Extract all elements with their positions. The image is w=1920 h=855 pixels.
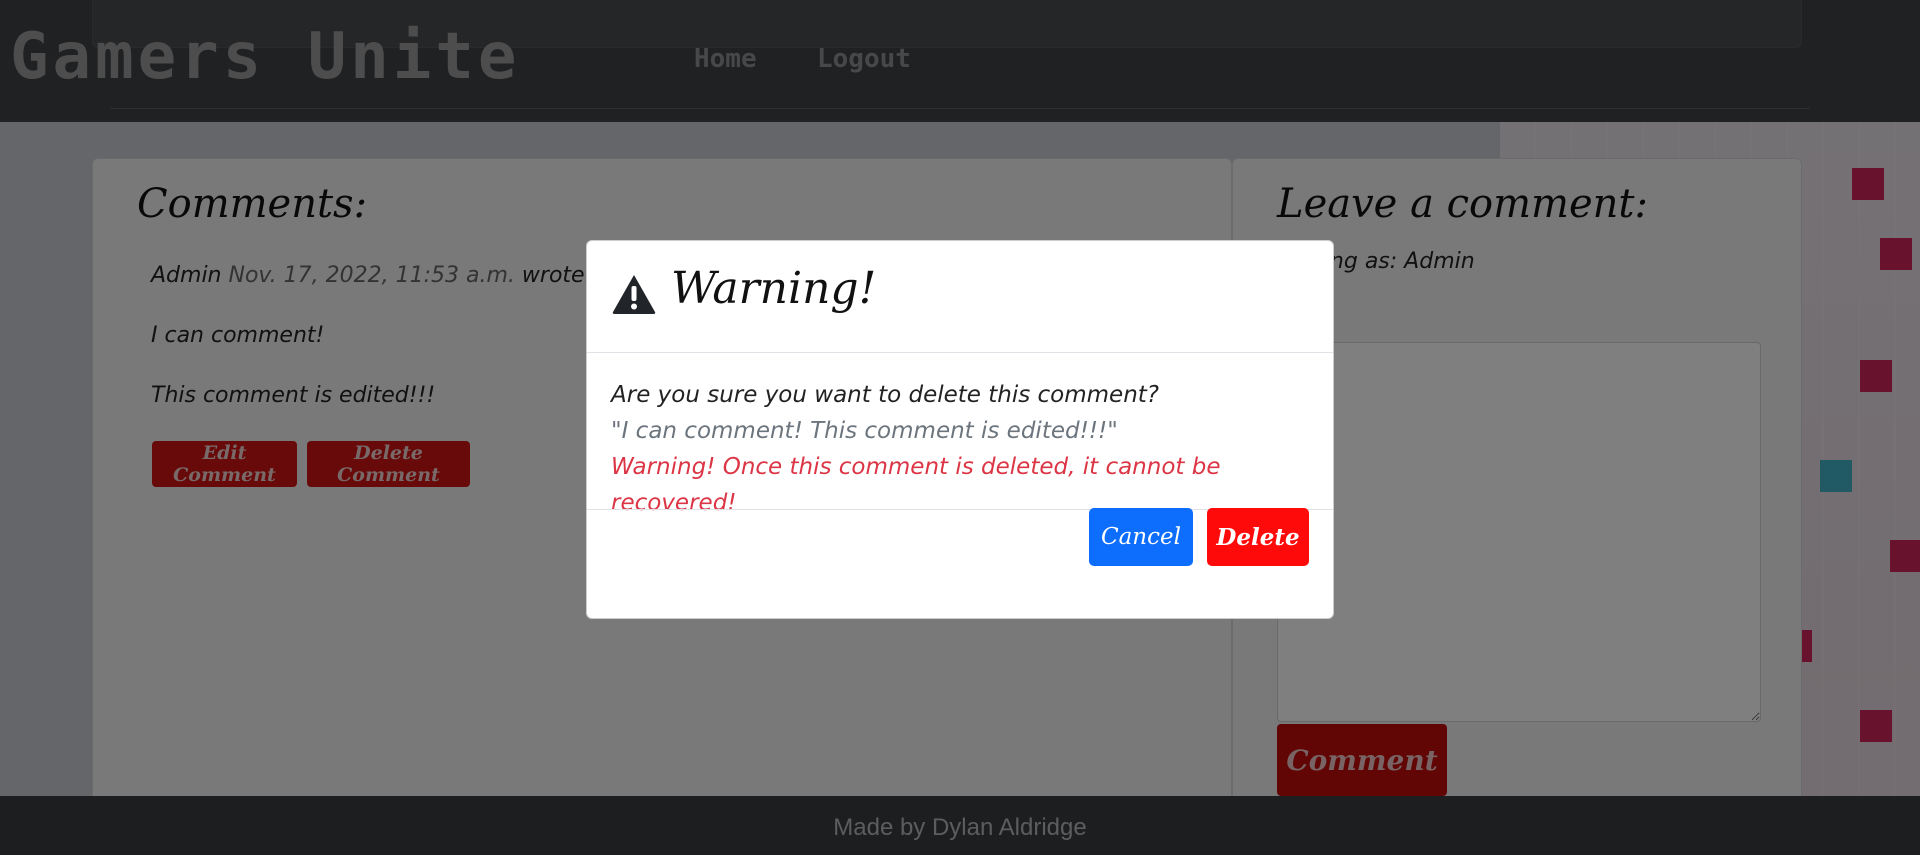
modal-body: Are you sure you want to delete this com…: [611, 377, 1333, 521]
modal-cancel-button[interactable]: Cancel: [1089, 508, 1193, 566]
modal-comment-quote: "I can comment! This comment is edited!!…: [611, 418, 1118, 444]
delete-confirm-modal: Warning! Are you sure you want to delete…: [586, 240, 1334, 619]
warning-triangle-icon: [612, 275, 656, 314]
modal-delete-button[interactable]: Delete: [1207, 508, 1309, 566]
modal-title: Warning!: [671, 263, 877, 314]
modal-question: Are you sure you want to delete this com…: [611, 382, 1160, 408]
modal-header: Warning!: [587, 241, 1333, 353]
